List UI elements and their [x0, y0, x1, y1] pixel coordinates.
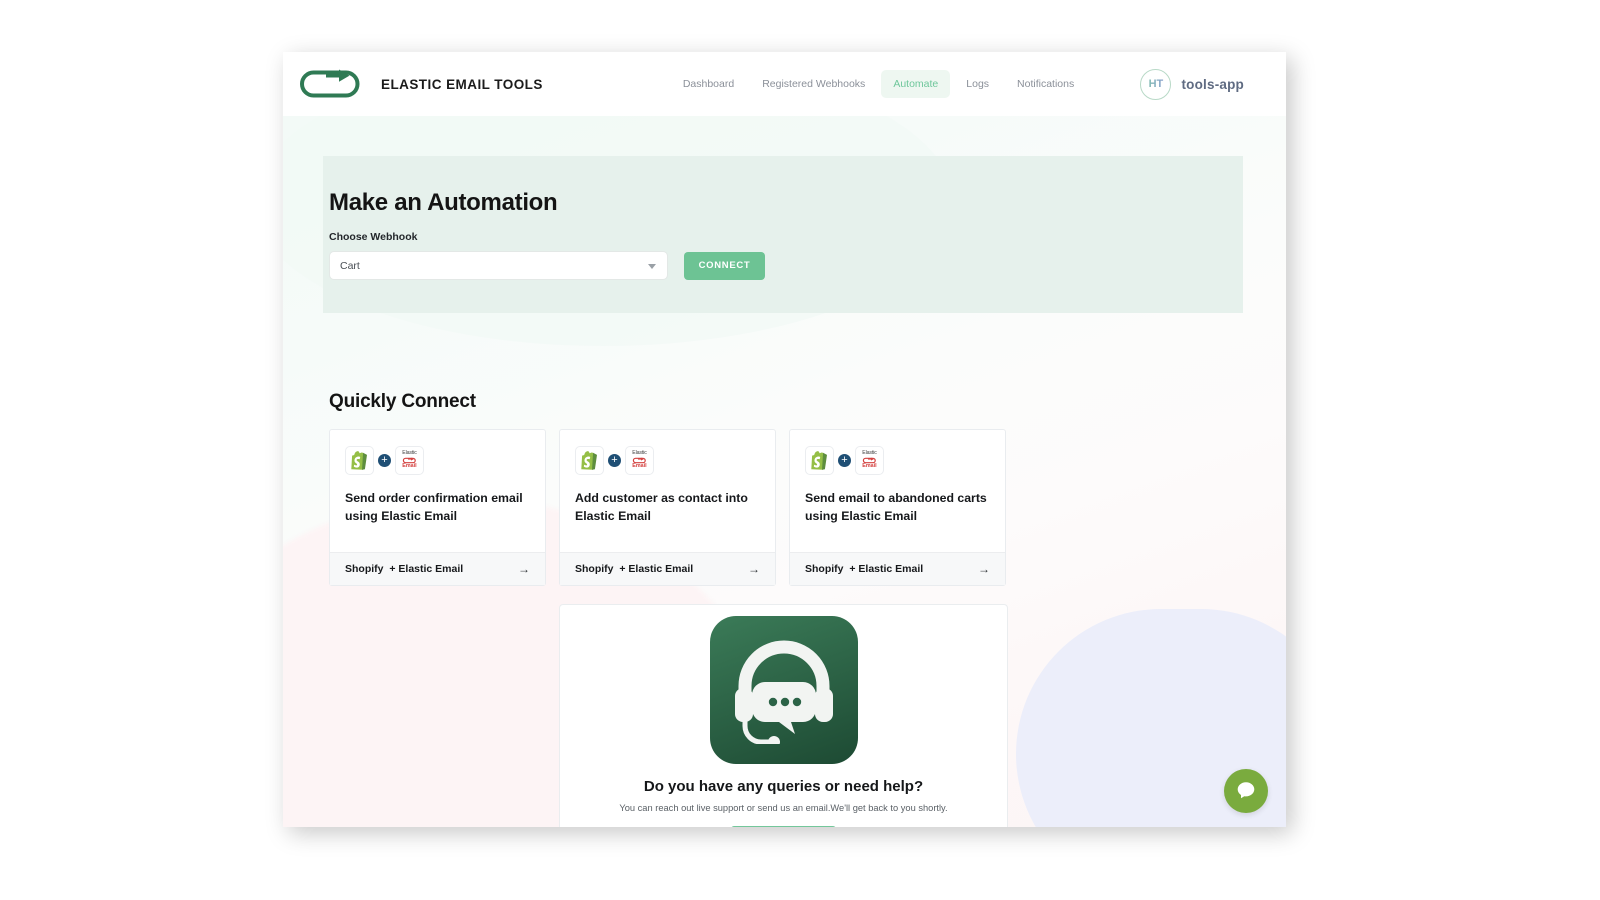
nav-item-dashboard[interactable]: Dashboard [671, 70, 746, 98]
elastic-email-icon: Elastic Email [862, 451, 877, 469]
webhook-select[interactable]: Cart [329, 251, 668, 280]
webhook-form-row: Cart CONNECT [329, 251, 1243, 280]
integration-logos: + Elastic Email [345, 446, 530, 475]
connect-card[interactable]: + Elastic Ema [559, 429, 776, 586]
elastic-email-logo-tile: Elastic Email [855, 446, 884, 475]
elastic-email-logo-bottom: Email [402, 463, 417, 470]
card-title: Add customer as contact into Elastic Ema… [575, 491, 748, 523]
shopify-logo-tile [805, 446, 834, 475]
card-apps-label: Shopify + Elastic Email [575, 563, 694, 575]
brand[interactable]: ELASTIC EMAIL TOOLS [296, 67, 543, 101]
arrow-right-icon[interactable]: → [748, 562, 760, 576]
quickly-connect-cards: + Elastic Email Send order confirmation … [329, 429, 1006, 586]
card-apps-label: Shopify + Elastic Email [805, 563, 924, 575]
connect-card[interactable]: + Elastic Ema [329, 429, 546, 586]
headset-chat-icon [709, 616, 858, 764]
loop-arrow-icon [300, 69, 360, 98]
plus-icon: + [838, 454, 851, 467]
app-window: ELASTIC EMAIL TOOLS Dashboard Registered… [283, 52, 1286, 827]
top-navigation-bar: ELASTIC EMAIL TOOLS Dashboard Registered… [283, 52, 1286, 116]
card-body: + Elastic Ema [790, 430, 1005, 552]
user-name: tools-app [1181, 76, 1244, 92]
page-title: Make an Automation [329, 189, 558, 216]
nav-item-notifications[interactable]: Notifications [1005, 70, 1086, 98]
make-automation-panel: Make an Automation Choose Webhook Cart C… [323, 156, 1243, 313]
webhook-select-value: Cart [340, 259, 360, 272]
nav-item-registered-webhooks[interactable]: Registered Webhooks [750, 70, 877, 98]
integration-logos: + Elastic Email [575, 446, 760, 475]
support-card: Do you have any queries or need help? Yo… [559, 604, 1008, 827]
nav-item-automate[interactable]: Automate [881, 70, 951, 98]
card-body: + Elastic Ema [330, 430, 545, 552]
support-title: Do you have any queries or need help? [643, 778, 924, 795]
card-body: + Elastic Ema [560, 430, 775, 552]
card-footer: Shopify + Elastic Email → [560, 552, 775, 585]
chat-bubble-icon [1237, 782, 1255, 799]
card-title: Send order confirmation email using Elas… [345, 491, 523, 523]
headset-chat-glyph [734, 640, 833, 744]
integration-logos: + Elastic Email [805, 446, 990, 475]
user-menu[interactable]: HT tools-app [1140, 68, 1244, 100]
shopify-icon [811, 451, 827, 470]
quickly-connect-title: Quickly Connect [329, 391, 476, 412]
elastic-email-logo-tile: Elastic Email [625, 446, 654, 475]
elastic-email-logo-bottom: Email [632, 463, 647, 470]
brand-name: ELASTIC EMAIL TOOLS [381, 76, 543, 92]
chat-launcher-button[interactable] [1224, 769, 1268, 813]
card-title: Send email to abandoned carts using Elas… [805, 491, 987, 523]
elastic-email-logo-tile: Elastic Email [395, 446, 424, 475]
chevron-down-icon [648, 263, 656, 269]
shopify-icon [351, 451, 367, 470]
screen: ELASTIC EMAIL TOOLS Dashboard Registered… [0, 0, 1600, 900]
support-subtitle: You can reach out live support or send u… [619, 803, 948, 813]
plus-icon: + [608, 454, 621, 467]
avatar[interactable]: HT [1140, 68, 1172, 100]
nav-item-logs[interactable]: Logs [954, 70, 1001, 98]
connect-button[interactable]: CONNECT [684, 251, 765, 280]
shopify-icon [581, 451, 597, 470]
connect-card[interactable]: + Elastic Ema [789, 429, 1006, 586]
plus-icon: + [378, 454, 391, 467]
arrow-right-icon[interactable]: → [518, 562, 530, 576]
card-apps-label: Shopify + Elastic Email [345, 563, 464, 575]
choose-webhook-label: Choose Webhook [329, 231, 418, 243]
nav-links: Dashboard Registered Webhooks Automate L… [671, 70, 1086, 98]
elastic-email-icon: Elastic Email [402, 451, 417, 469]
page-canvas: Make an Automation Choose Webhook Cart C… [283, 116, 1286, 827]
shopify-logo-tile [345, 446, 374, 475]
send-an-email-button[interactable]: SEND AN EMAIL [731, 826, 836, 827]
elastic-email-icon: Elastic Email [632, 451, 647, 469]
shopify-logo-tile [575, 446, 604, 475]
card-footer: Shopify + Elastic Email → [790, 552, 1005, 585]
elastic-email-logo-bottom: Email [862, 463, 877, 470]
arrow-right-icon[interactable]: → [978, 562, 990, 576]
card-footer: Shopify + Elastic Email → [330, 552, 545, 585]
